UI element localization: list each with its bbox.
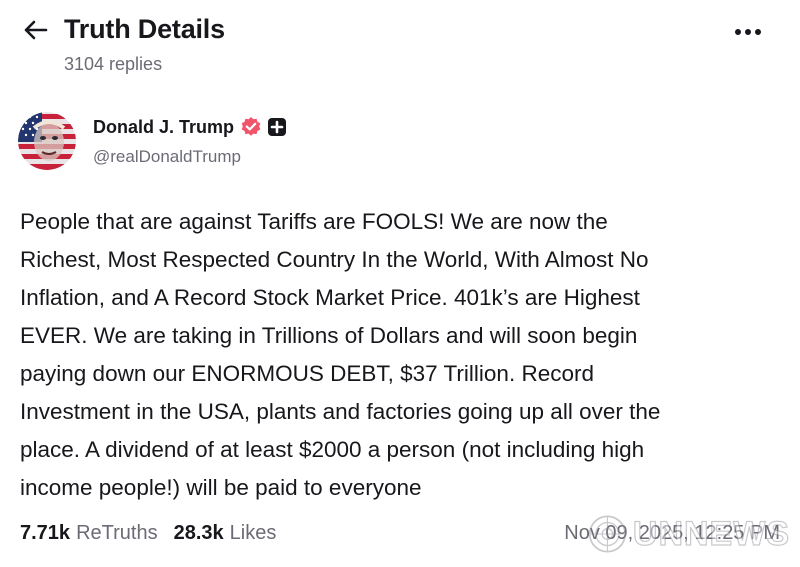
- post-text: People that are against Tariffs are FOOL…: [20, 209, 661, 500]
- display-name-row: Donald J. Trump: [93, 116, 287, 138]
- likes-label: Likes: [229, 522, 277, 544]
- post-author: Donald J. Trump @realDonaldTrump: [18, 110, 518, 174]
- likes-stat[interactable]: 28.3k Likes: [174, 522, 277, 545]
- post-stats: 7.71k ReTruths 28.3k Likes: [20, 522, 276, 545]
- more-options-button[interactable]: [733, 24, 763, 40]
- verified-badge-icon: [240, 116, 262, 138]
- arrow-left-icon: [24, 20, 48, 40]
- page-header: Truth Details 3104 replies: [0, 0, 800, 90]
- plus-badge-icon: [267, 117, 287, 137]
- display-name[interactable]: Donald J. Trump: [93, 117, 234, 138]
- page-title: Truth Details: [64, 14, 225, 44]
- retruths-label: ReTruths: [76, 522, 158, 544]
- avatar[interactable]: [18, 112, 76, 170]
- avatar-flag-portrait: [18, 112, 76, 170]
- more-horizontal-icon: [735, 29, 761, 35]
- back-button[interactable]: [22, 19, 48, 41]
- likes-count: 28.3k: [173, 522, 224, 544]
- post-timestamp: Nov 09, 2025, 12:25 PM: [564, 522, 780, 544]
- replies-count[interactable]: 3104 replies: [64, 54, 162, 75]
- retruths-stat[interactable]: 7.71k ReTruths: [20, 522, 158, 545]
- retruths-count: 7.71k: [20, 522, 71, 544]
- author-handle[interactable]: @realDonaldTrump: [93, 147, 241, 167]
